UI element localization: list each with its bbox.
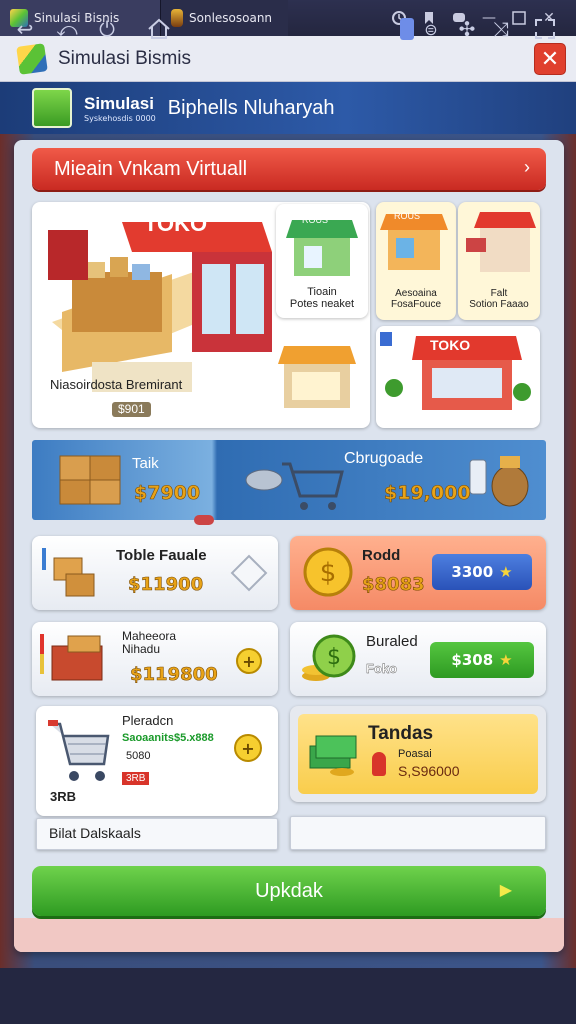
featured-caption: Niasoirdosta Bremirant <box>50 377 183 392</box>
shop-sign: ROUS <box>394 211 421 221</box>
back-icon[interactable]: ↩ <box>12 16 38 42</box>
item-card-r3-right[interactable]: Tandas Poasai S,S96000 <box>290 706 546 802</box>
app-title: Simulasi <box>84 93 154 113</box>
band-right-price: $19,000 <box>384 482 471 505</box>
cash-stack-icon <box>309 735 357 776</box>
band-left-price: $7900 <box>134 482 201 505</box>
shopping-cart-icon <box>48 720 110 781</box>
app-logo-icon <box>16 42 48 75</box>
tab-app-2[interactable]: Sonlesosoann <box>160 0 288 36</box>
item-code: 3RB <box>50 789 77 804</box>
market-stall-illustration <box>278 336 362 420</box>
window-titlebar: Simulasi Bismis ✕ <box>0 36 576 82</box>
item-tag: 3RB <box>122 772 150 785</box>
featured-price: $901 <box>112 402 151 418</box>
shop-card-small-4[interactable]: TOKO <box>376 326 540 428</box>
cart-icon <box>245 462 344 510</box>
window-title: Simulasi Bismis <box>58 47 192 69</box>
main-banner-button[interactable]: Mieain Vnkam Virtuall › <box>32 148 546 190</box>
shop-card-small-1[interactable]: ROUS Tioain Potes neaket <box>276 204 368 318</box>
svg-text:$: $ <box>320 558 337 588</box>
shop-card-small-3[interactable]: Falt Sotion Faaao <box>458 202 540 320</box>
coin-icon: $ <box>303 547 353 597</box>
add-icon[interactable]: + <box>234 734 262 762</box>
home-icon[interactable] <box>146 16 172 42</box>
item-price: $119800 <box>130 664 218 686</box>
item-title: Buraled <box>366 633 418 650</box>
item-price: $8083 <box>362 574 425 596</box>
update-button[interactable]: Upkdak ▶ <box>32 866 546 916</box>
item-subtitle: Foko <box>366 661 398 676</box>
item-card-r3-left[interactable]: Pleradcn Saoaanits$5.x888 5080 3RB 3RB + <box>36 706 278 816</box>
empty-field[interactable] <box>290 816 546 850</box>
emulator-nav-bar <box>0 968 576 1024</box>
crate-icon <box>42 548 95 597</box>
app-icon <box>32 88 72 128</box>
item-price: $11900 <box>128 574 204 596</box>
bottle-icon <box>171 9 183 27</box>
item-price: S,S96000 <box>398 763 460 779</box>
coin-decoration <box>194 515 214 525</box>
item-title: Maheeora Nihadu <box>122 629 177 657</box>
buy-button-r2[interactable]: $308 ★ <box>430 642 534 678</box>
item-green-text: Saoaanits$5.x888 <box>122 732 214 744</box>
banner-label: Mieain Vnkam Virtuall <box>54 157 248 180</box>
star-icon: ★ <box>499 563 513 581</box>
close-button[interactable]: ✕ <box>534 43 566 75</box>
panel-footer <box>14 918 564 952</box>
svg-text:$: $ <box>327 645 341 670</box>
diamond-icon[interactable] <box>230 554 268 592</box>
phone-icon[interactable] <box>394 16 420 42</box>
tab-label: Sonlesosoann <box>189 11 273 25</box>
shop-label: Tioain Potes neaket <box>289 286 355 311</box>
item-title: Rodd <box>362 547 401 564</box>
shop-label: Falt Sotion Faaao <box>469 288 529 310</box>
button-label: $308 <box>451 651 494 669</box>
item-title: Toble Fauale <box>116 547 207 564</box>
crate-stack-icon <box>59 455 121 505</box>
app-header: Simulasi Syskehosdis 0000 Biphells Nluha… <box>0 82 576 134</box>
coin-stack-icon: $ <box>302 634 356 681</box>
buy-button-r1[interactable]: 3300 ★ <box>432 554 532 590</box>
band-left-label: Taik <box>132 455 159 472</box>
shop-sign: ROUS <box>302 215 329 225</box>
update-label: Upkdak <box>255 879 323 902</box>
play-icon: ▶ <box>499 882 512 899</box>
item-card-r2-right[interactable]: $ Buraled Foko $308 ★ <box>290 622 546 696</box>
money-bag-icon <box>469 456 529 507</box>
item-title: Pleradcn <box>122 713 174 728</box>
item-title: Tandas <box>368 723 434 744</box>
undo-icon[interactable]: ⤺ <box>54 16 80 42</box>
fullscreen-icon[interactable] <box>532 16 558 42</box>
chevron-right-icon: › <box>524 157 530 177</box>
tag-icon <box>372 752 386 776</box>
shuffle-icon[interactable]: ⤨ <box>488 16 514 42</box>
item-subtitle: Poasai <box>398 748 432 760</box>
shop-sign: TOKO <box>144 211 208 236</box>
shop-label: Aesoaina FosaFouce <box>390 288 442 310</box>
app-header-extra: Biphells Nluharyah <box>167 96 335 119</box>
gamepad-icon[interactable]: ✣ <box>454 16 480 42</box>
item-card-r2-left[interactable]: Maheeora Nihadu $119800 + <box>32 622 278 696</box>
shop-card-small-2[interactable]: ROUS Aesoaina FosaFouce <box>376 202 456 320</box>
item-card-r1-left[interactable]: Toble Fauale $11900 <box>32 536 278 610</box>
app-subtitle: Syskehosdis 0000 <box>84 113 156 123</box>
power-icon[interactable]: ⏻ <box>94 16 120 42</box>
cargo-box-icon <box>40 634 103 681</box>
item-caption-field[interactable]: Bilat Dalskaals <box>36 818 278 850</box>
keyboard-icon[interactable]: ⊜ <box>418 16 444 42</box>
item-card-r1-right[interactable]: $ Rodd $8083 3300 ★ <box>290 536 546 610</box>
item-number: 5080 <box>126 750 151 762</box>
add-icon[interactable]: + <box>236 648 262 674</box>
button-label: 3300 <box>451 563 494 581</box>
shop-sign: TOKO <box>430 337 471 353</box>
star-icon: ★ <box>499 651 513 669</box>
item-caption: Bilat Dalskaals <box>49 825 141 841</box>
band-right-label: Cbrugoade <box>344 450 424 467</box>
